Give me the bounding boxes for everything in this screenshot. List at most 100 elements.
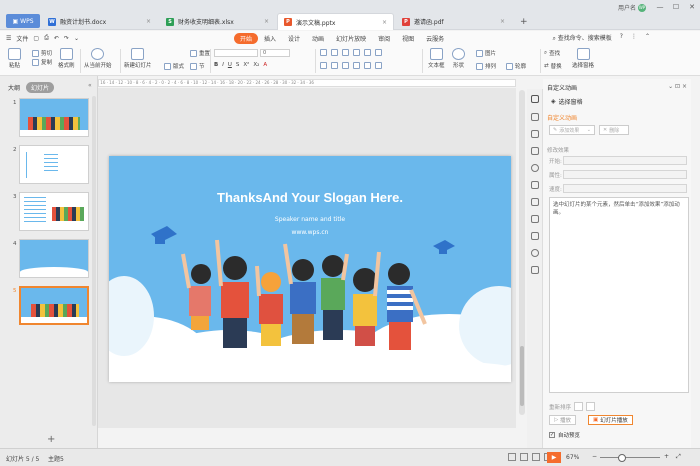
align-left-icon[interactable] xyxy=(320,62,327,69)
command-search[interactable]: ⌕ 查找命令、搜索模板 xyxy=(552,33,611,43)
format-painter-button[interactable]: 格式刷 xyxy=(58,48,75,69)
font-size-box[interactable]: 0 xyxy=(260,49,290,57)
cut-button[interactable]: 剪切 xyxy=(32,49,52,57)
tab-pptx[interactable]: P 演示文稿.pptx × xyxy=(277,13,394,30)
zoom-slider[interactable] xyxy=(600,454,660,462)
help-icon[interactable]: ? xyxy=(620,33,623,43)
chevron-down-icon[interactable]: ⌄ xyxy=(74,35,79,42)
normal-view-icon[interactable] xyxy=(520,453,528,461)
layout-button[interactable]: 版式 xyxy=(164,62,184,70)
grid-icon[interactable] xyxy=(531,266,539,274)
numbering-icon[interactable] xyxy=(331,49,338,56)
paste-button[interactable]: 粘贴 xyxy=(8,48,21,69)
select-pane-button[interactable]: 选择窗格 xyxy=(572,48,594,69)
tab-animation[interactable]: 动画 xyxy=(306,33,330,44)
start-select[interactable] xyxy=(563,156,687,165)
underline-icon[interactable]: U xyxy=(228,62,232,68)
wps-home-button[interactable]: ▣ WPS xyxy=(6,14,40,28)
find-button[interactable]: ⌕ 查找 xyxy=(544,49,560,58)
undo-icon[interactable]: ↶ xyxy=(54,35,59,42)
tab-view[interactable]: 视图 xyxy=(396,33,420,44)
close-icon[interactable]: × xyxy=(682,83,687,90)
file-menu[interactable]: 文件 xyxy=(16,34,28,43)
current-slide[interactable]: ThanksAnd Your Slogan Here. Speaker name… xyxy=(109,156,511,382)
shape-icon[interactable] xyxy=(531,198,539,206)
collapse-panel-icon[interactable]: « xyxy=(88,82,92,89)
font-name-box[interactable] xyxy=(214,49,258,57)
canvas-scrollbar[interactable] xyxy=(519,90,525,415)
slide-thumbnail-1[interactable] xyxy=(19,98,89,137)
reset-button[interactable]: 重置 xyxy=(190,49,210,57)
speed-select[interactable] xyxy=(563,184,687,193)
history-icon[interactable] xyxy=(531,249,539,257)
settings-icon[interactable] xyxy=(531,147,539,155)
print-icon[interactable]: ⎙ xyxy=(44,34,49,42)
picture-button[interactable]: 图片 xyxy=(476,49,496,57)
link-icon[interactable] xyxy=(531,130,539,138)
copy-button[interactable]: 复制 xyxy=(32,58,52,66)
add-slide-button[interactable]: + xyxy=(47,434,55,445)
columns-icon[interactable] xyxy=(375,62,382,69)
slide-thumbnail-2[interactable] xyxy=(19,145,89,184)
collapse-ribbon-icon[interactable]: ⌃ xyxy=(645,33,650,43)
italic-icon[interactable]: I xyxy=(222,62,224,68)
section-button[interactable]: 节 xyxy=(190,62,205,70)
tab-review[interactable]: 审阅 xyxy=(372,33,396,44)
bold-icon[interactable]: B xyxy=(214,62,218,68)
tab-insert[interactable]: 插入 xyxy=(258,33,282,44)
scroll-thumb[interactable] xyxy=(520,346,524,406)
close-window-icon[interactable]: ✕ xyxy=(684,3,700,11)
user-account[interactable]: 用户名 WP xyxy=(618,3,646,12)
indent-icon[interactable] xyxy=(342,49,349,56)
property-select[interactable] xyxy=(563,170,687,179)
close-icon[interactable]: × xyxy=(264,18,269,25)
justify-icon[interactable] xyxy=(353,62,360,69)
select-pane-link[interactable]: ◈ 选择窗格 xyxy=(551,97,583,106)
replace-button[interactable]: ⇄ 替换 xyxy=(544,62,562,70)
chevron-down-icon[interactable]: ⌄ xyxy=(668,83,673,90)
move-down-icon[interactable] xyxy=(586,402,596,411)
zoom-level[interactable]: 67% xyxy=(566,454,579,461)
shape-button[interactable]: 形状 xyxy=(452,48,465,69)
close-icon[interactable]: × xyxy=(500,18,505,25)
delete-effect-button[interactable]: ✕ 删除 xyxy=(599,125,629,135)
tab-xlsx[interactable]: S 财务收支明细表.xlsx × xyxy=(160,13,275,30)
play-button[interactable]: ▷ 播放 xyxy=(549,415,576,425)
zoom-in-icon[interactable]: + xyxy=(664,453,669,460)
minimize-icon[interactable]: — xyxy=(652,3,668,11)
copy-icon[interactable] xyxy=(531,113,539,121)
redo-icon[interactable]: ↷ xyxy=(64,35,69,42)
add-effect-button[interactable]: ✎ 添加效果 ⌄ xyxy=(549,125,595,135)
maximize-icon[interactable]: ☐ xyxy=(668,3,684,11)
line-spacing-icon[interactable] xyxy=(364,49,371,56)
new-slide-button[interactable]: 新建幻灯片 xyxy=(124,48,152,69)
subscript-icon[interactable]: X₂ xyxy=(253,62,259,68)
fit-window-icon[interactable]: ⤢ xyxy=(676,453,681,461)
notes-icon[interactable] xyxy=(508,453,516,461)
pin-icon[interactable]: ⊡ xyxy=(675,83,680,90)
tab-slideshow[interactable]: 幻灯片放映 xyxy=(330,33,372,44)
strikethrough-icon[interactable]: S xyxy=(236,62,240,68)
tab-cloud[interactable]: 云服务 xyxy=(420,33,450,44)
outdent-icon[interactable] xyxy=(353,49,360,56)
more-icon[interactable]: ⋮ xyxy=(631,33,637,43)
save-icon[interactable]: ▢ xyxy=(33,35,39,42)
sorter-view-icon[interactable] xyxy=(532,453,540,461)
animation-list[interactable]: 选中幻灯片的某个元素，然后单击“添加效果”添加动画。 xyxy=(549,197,689,393)
tab-home[interactable]: 开始 xyxy=(234,32,259,44)
align-right-icon[interactable] xyxy=(342,62,349,69)
superscript-icon[interactable]: X² xyxy=(243,62,249,68)
autopreview-checkbox[interactable]: ✓ 自动预览 xyxy=(549,431,580,439)
tab-outline[interactable]: 大纲 xyxy=(8,83,20,92)
help-icon[interactable] xyxy=(531,164,539,172)
slide-thumbnail-4[interactable] xyxy=(19,239,89,278)
theme-name[interactable]: 主题5 xyxy=(48,454,64,463)
slideshow-button[interactable]: ▣ 幻灯片播放 xyxy=(588,415,633,425)
arrange-button[interactable]: 排列 xyxy=(476,62,496,70)
play-slideshow-button[interactable]: ▶ xyxy=(547,452,561,463)
new-tab-button[interactable]: + xyxy=(514,13,534,30)
bullets-icon[interactable] xyxy=(320,49,327,56)
tab-docx[interactable]: W 融资计划书.docx × xyxy=(42,13,157,30)
thumbnail-scrollbar[interactable] xyxy=(92,96,96,426)
menu-icon[interactable]: ☰ xyxy=(6,35,11,42)
